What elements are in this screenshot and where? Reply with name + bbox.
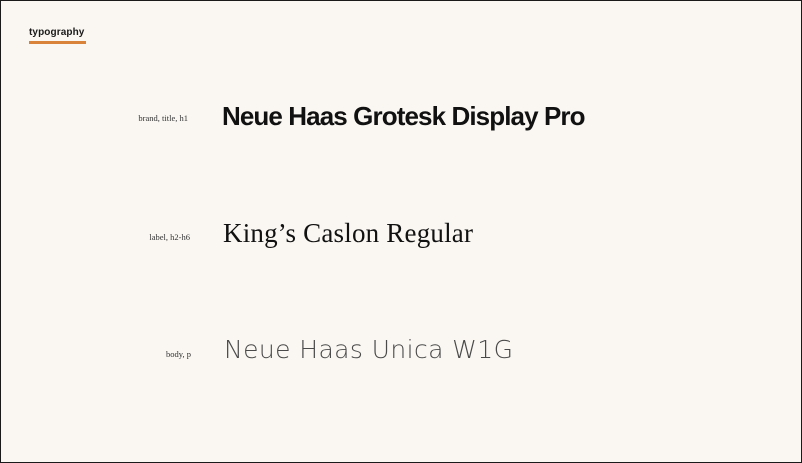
section-tag: typography [29,27,85,38]
section-underline [29,41,86,44]
role-label: brand, title, h1 [138,113,188,123]
role-label: label, h2-h6 [149,232,190,242]
role-label: body, p [166,349,191,359]
typography-slide: typography brand, title, h1 Neue Haas Gr… [0,0,802,463]
font-sample: Neue Haas Grotesk Display Pro [222,101,586,131]
font-sample: King’s Caslon Regular [223,218,474,248]
font-sample: Neue Haas Unica W1G [224,335,514,364]
